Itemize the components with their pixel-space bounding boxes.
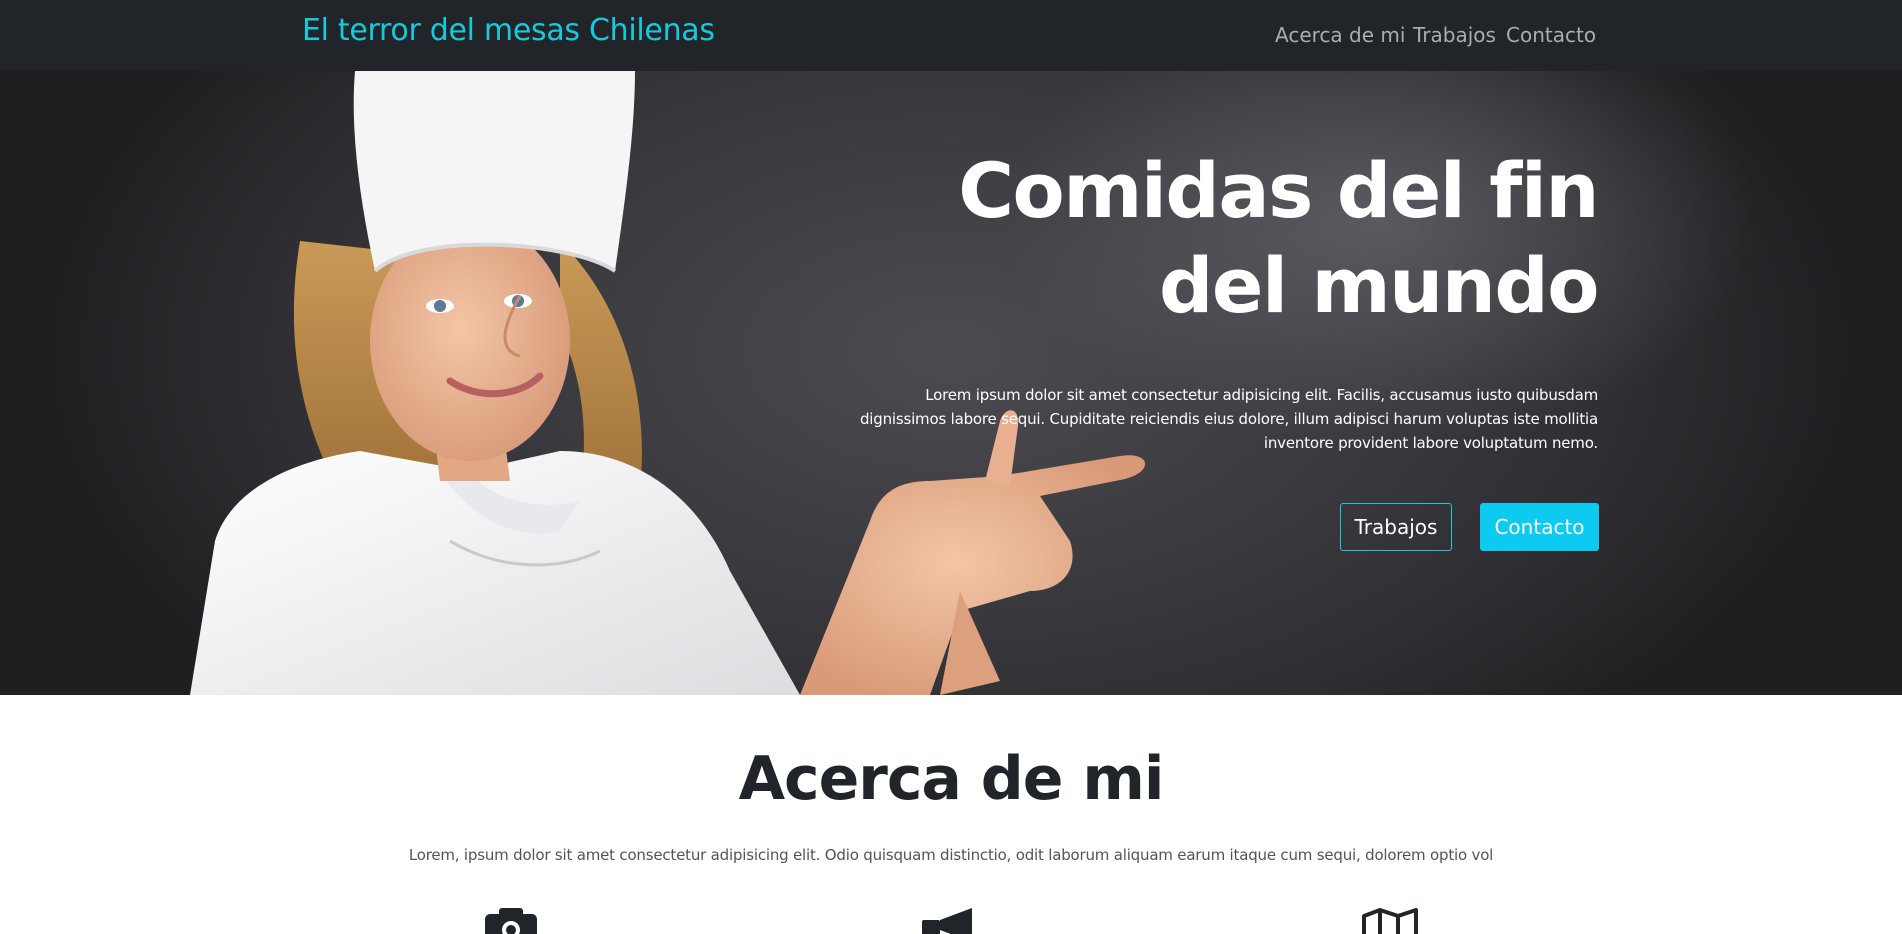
hero-description: Lorem ipsum dolor sit amet consectetur a… xyxy=(859,386,1598,452)
hero-section: Comidas del fin del mundo Lorem ipsum do… xyxy=(0,71,1902,695)
about-description: Lorem, ipsum dolor sit amet consectetur … xyxy=(408,846,1494,864)
camera-icon xyxy=(485,908,537,934)
nav-link-acerca[interactable]: Acerca de mi xyxy=(1275,21,1405,49)
contacto-button[interactable]: Contacto xyxy=(1480,503,1599,551)
nav-link-trabajos[interactable]: Trabajos xyxy=(1413,21,1496,49)
brand-link[interactable]: El terror del mesas Chilenas xyxy=(302,12,715,50)
bullhorn-icon xyxy=(922,908,972,934)
nav-link-contacto[interactable]: Contacto xyxy=(1506,21,1596,49)
map-icon xyxy=(1362,908,1418,934)
hero-title: Comidas del fin del mundo xyxy=(958,143,1599,333)
about-title: Acerca de mi xyxy=(738,744,1165,814)
navbar: El terror del mesas Chilenas Acerca de m… xyxy=(0,0,1902,71)
trabajos-button[interactable]: Trabajos xyxy=(1340,503,1452,551)
hero-title-line2: del mundo xyxy=(1159,241,1599,330)
hero-title-line1: Comidas del fin xyxy=(958,146,1599,235)
